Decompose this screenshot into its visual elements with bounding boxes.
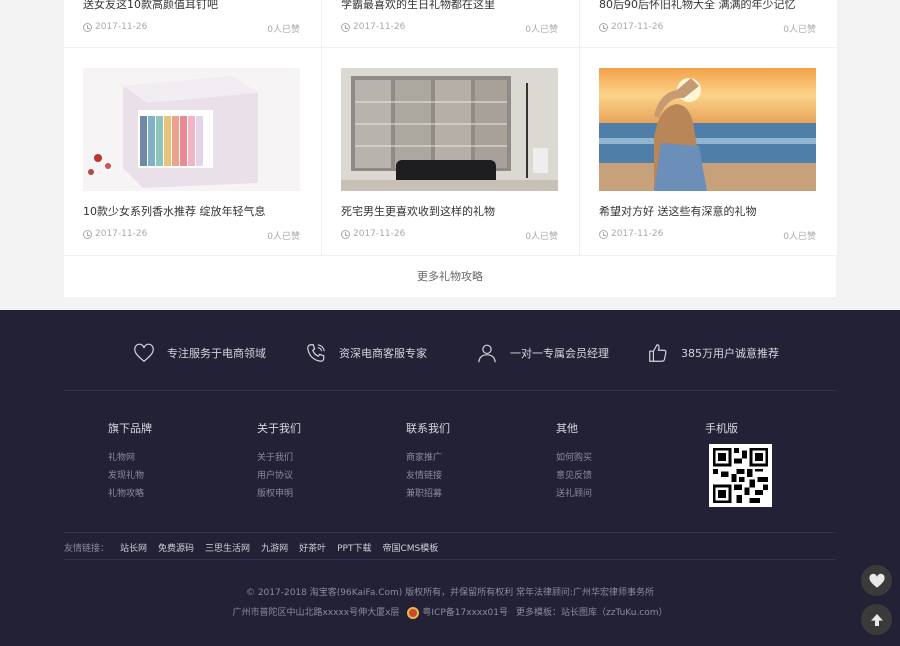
back-to-top-button[interactable] [861, 604, 892, 635]
article-date: 2017-11-26 [341, 22, 405, 32]
more-guides-link[interactable]: 更多礼物攻略 [64, 255, 836, 297]
footer-link[interactable]: 商家推广 [406, 449, 450, 467]
article-title[interactable]: 80后90后怀旧礼物大全 满满的年少记忆 [599, 0, 796, 12]
clock-icon [341, 229, 350, 239]
column-heading: 旗下品牌 [108, 422, 152, 435]
site-footer: 专注服务于电商领域 资深电商客服专家 一对一专属会员经理 385万用户诚意推荐 … [0, 310, 900, 646]
friend-links: 友情链接： 站长网 免费源码 三思生活网 九游网 好茶叶 PPT下载 帝国CMS… [64, 541, 438, 554]
heart-icon [868, 573, 885, 588]
column-heading: 联系我们 [406, 422, 450, 435]
article-card[interactable]: 学霸最喜欢的生日礼物都在这里 2017-11-26 0人已赞 [322, 0, 579, 47]
icp-record[interactable]: 粤ICP备17xxxx01号 [407, 605, 508, 619]
perfume-box-image [83, 68, 300, 191]
clock-icon [599, 229, 608, 239]
footer-link[interactable]: 版权申明 [257, 485, 301, 503]
footer-divider [64, 559, 836, 560]
article-card[interactable]: 80后90后怀旧礼物大全 满满的年少记忆 2017-11-26 0人已赞 [580, 0, 837, 47]
like-count: 0人已赞 [783, 232, 816, 242]
footer-link[interactable]: 意见反馈 [556, 467, 592, 485]
friend-link[interactable]: 帝国CMS模板 [382, 541, 438, 554]
article-title[interactable]: 学霸最喜欢的生日礼物都在这里 [341, 0, 495, 12]
article-date: 2017-11-26 [83, 22, 147, 32]
qr-code-image [713, 448, 768, 503]
article-card[interactable]: 10款少女系列香水推荐 绽放年轻气息 2017-11-26 0人已赞 [64, 48, 321, 255]
favorite-button[interactable] [861, 565, 892, 596]
footer-column: 联系我们 商家推广 友情链接 兼职招募 [406, 420, 450, 503]
sunset-beach-image [599, 68, 816, 191]
clock-icon [599, 22, 608, 32]
phone-icon [307, 344, 325, 362]
like-count: 0人已赞 [267, 25, 300, 35]
article-card[interactable]: 希望对方好 送这些有深意的礼物 2017-11-26 0人已赞 [580, 48, 837, 255]
like-count: 0人已赞 [525, 232, 558, 242]
footer-link[interactable]: 用户协议 [257, 467, 301, 485]
arrow-up-icon [870, 613, 883, 626]
friend-link[interactable]: 九游网 [261, 541, 288, 554]
like-count: 0人已赞 [783, 25, 816, 35]
footer-link[interactable]: 关于我们 [257, 449, 301, 467]
article-date: 2017-11-26 [341, 229, 405, 239]
friend-link[interactable]: 三思生活网 [205, 541, 250, 554]
article-title[interactable]: 10款少女系列香水推荐 绽放年轻气息 [83, 203, 266, 219]
address-line: 广州市普陀区中山北路xxxxx号伸大厦x层 粤ICP备17xxxx01号 更多模… [0, 605, 900, 619]
clock-icon [83, 22, 92, 32]
feature-item: 资深电商客服专家 [305, 342, 427, 364]
footer-divider [64, 390, 836, 391]
friend-link[interactable]: PPT下载 [337, 541, 371, 554]
footer-link[interactable]: 发现礼物 [108, 467, 152, 485]
footer-column: 旗下品牌 礼物网 发现礼物 礼物攻略 [108, 420, 152, 503]
footer-link[interactable]: 礼物网 [108, 449, 152, 467]
column-heading: 手机版 [705, 422, 738, 435]
feature-item: 385万用户诚意推荐 [647, 342, 779, 364]
article-card[interactable]: 死宅男生更喜欢收到这样的礼物 2017-11-26 0人已赞 [322, 48, 579, 255]
clock-icon [83, 229, 92, 239]
feature-item: 一对一专属会员经理 [476, 342, 609, 364]
article-thumbnail[interactable] [341, 68, 558, 191]
footer-link[interactable]: 如何购买 [556, 449, 592, 467]
article-thumbnail[interactable] [83, 68, 300, 191]
article-grid: 送女友这10款高颜值耳钉吧 2017-11-26 0人已赞 学霸最喜欢的生日礼物… [64, 0, 837, 297]
article-title[interactable]: 死宅男生更喜欢收到这样的礼物 [341, 203, 495, 219]
more-templates-link[interactable]: 更多模板：站长图库（zzTuKu.com） [516, 605, 668, 618]
clock-icon [341, 22, 350, 32]
heart-icon [134, 343, 154, 363]
footer-column: 其他 如何购买 意见反馈 送礼顾问 [556, 420, 592, 503]
address-text: 广州市普陀区中山北路xxxxx号伸大厦x层 [232, 608, 400, 619]
article-title[interactable]: 送女友这10款高颜值耳钉吧 [83, 0, 218, 12]
like-count: 0人已赞 [267, 232, 300, 242]
friend-link[interactable]: 站长网 [120, 541, 147, 554]
user-icon [478, 344, 496, 363]
footer-divider [64, 532, 836, 533]
friend-link[interactable]: 好茶叶 [299, 541, 326, 554]
friend-link[interactable]: 免费源码 [158, 541, 194, 554]
thumbs-up-icon [649, 344, 667, 362]
feature-strip: 专注服务于电商领域 资深电商客服专家 一对一专属会员经理 385万用户诚意推荐 [0, 310, 900, 390]
footer-link[interactable]: 礼物攻略 [108, 485, 152, 503]
article-date: 2017-11-26 [599, 229, 663, 239]
friend-links-label: 友情链接： [64, 544, 110, 554]
copyright-text: © 2017-2018 淘宝客(96KaiFa.Com) 版权所有，并保留所有权… [245, 588, 655, 598]
column-heading: 其他 [556, 422, 578, 435]
article-date: 2017-11-26 [83, 229, 147, 239]
footer-link[interactable]: 兼职招募 [406, 485, 450, 503]
footer-column: 关于我们 关于我们 用户协议 版权申明 [257, 420, 301, 503]
like-count: 0人已赞 [525, 25, 558, 35]
footer-link[interactable]: 友情链接 [406, 467, 450, 485]
article-date: 2017-11-26 [599, 22, 663, 32]
article-title[interactable]: 希望对方好 送这些有深意的礼物 [599, 203, 757, 219]
figure-collection-image [341, 68, 558, 191]
feature-item: 专注服务于电商领域 [133, 342, 266, 364]
article-card[interactable]: 送女友这10款高颜值耳钉吧 2017-11-26 0人已赞 [64, 0, 321, 47]
police-badge-icon [407, 606, 420, 619]
qr-code [709, 444, 772, 507]
footer-link[interactable]: 送礼顾问 [556, 485, 592, 503]
column-heading: 关于我们 [257, 422, 301, 435]
article-thumbnail[interactable] [599, 68, 816, 191]
